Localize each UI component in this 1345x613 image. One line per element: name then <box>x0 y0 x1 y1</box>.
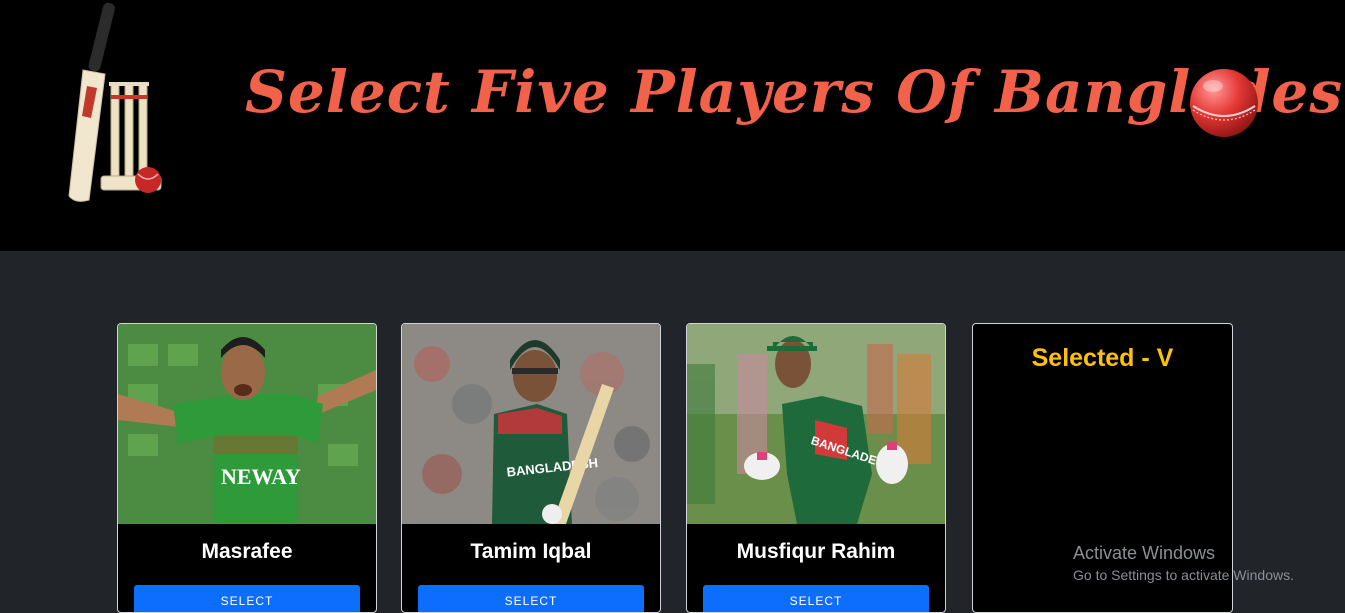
player-photo: BANGLADESH <box>402 324 660 524</box>
jersey-sponsor-text: NEWAY <box>221 464 301 489</box>
select-player-button[interactable]: SELECT <box>418 585 644 612</box>
watermark-subtitle: Go to Settings to activate Windows. <box>1073 567 1294 583</box>
activate-windows-watermark: Activate Windows Go to Settings to activ… <box>1073 543 1323 583</box>
select-player-button[interactable]: SELECT <box>703 585 929 612</box>
watermark-title: Activate Windows <box>1073 543 1216 563</box>
player-name: Musfiqur Rahim <box>736 540 896 563</box>
cricket-ball-icon <box>1187 66 1261 140</box>
player-card: BANGLADESH Musfiqur Rahim SELECT <box>686 323 946 613</box>
player-photo: NEWAY <box>118 324 376 524</box>
player-name: Tamim Iqbal <box>470 540 592 563</box>
player-card: BANGLADESH Tamim Iqbal SELECT <box>401 323 661 613</box>
selected-panel-title: Selected - V <box>1031 344 1174 372</box>
page-title: Select Five Players Of Bangladesh <box>245 58 1345 126</box>
header: Select Five Players Of Bangladesh <box>0 0 1345 251</box>
player-name: Masrafee <box>201 540 293 563</box>
player-photo: BANGLADESH <box>687 324 945 524</box>
cricket-bat-stumps-icon <box>45 0 170 205</box>
player-card: NEWAY Masrafee SELECT <box>117 323 377 613</box>
select-player-button[interactable]: SELECT <box>134 585 360 612</box>
